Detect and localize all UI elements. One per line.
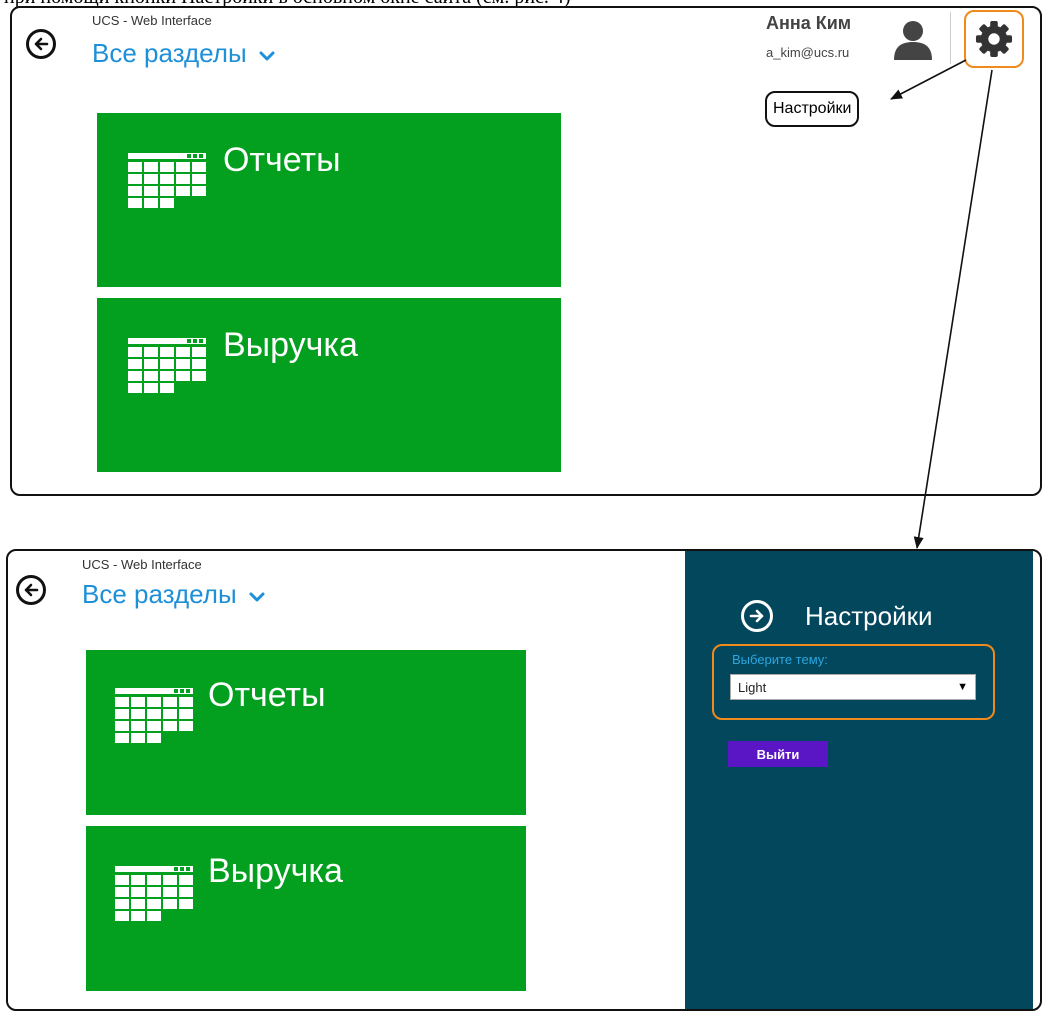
calendar-grid-icon: [115, 866, 193, 921]
back-arrow-icon: [34, 37, 49, 51]
theme-label: Выберите тему:: [732, 652, 828, 667]
calendar-grid-icon: [128, 153, 206, 208]
forward-arrow-icon: [749, 609, 764, 623]
tile-label: Выручка: [208, 852, 343, 890]
back-button[interactable]: [16, 575, 46, 605]
settings-title: Настройки: [805, 601, 933, 631]
user-email: a_kim@ucs.ru: [766, 45, 850, 60]
chevron-down-icon: [259, 51, 275, 60]
tile-reports[interactable]: Отчеты: [97, 113, 561, 287]
calendar-grid-icon: [115, 688, 193, 743]
back-arrow-icon: [24, 583, 39, 597]
close-settings-button[interactable]: [741, 600, 773, 632]
logout-button[interactable]: Выйти: [728, 741, 828, 767]
main-window-screenshot: UCS - Web Interface Все разделы Отчеты В…: [10, 6, 1042, 496]
sections-dropdown[interactable]: Все разделы: [92, 38, 275, 69]
user-name: Анна Ким: [766, 13, 852, 33]
theme-select[interactable]: Light ▼: [730, 674, 976, 700]
app-title: UCS - Web Interface: [82, 557, 202, 572]
tile-revenue[interactable]: Выручка: [86, 826, 526, 991]
theme-select-value: Light: [738, 679, 767, 695]
theme-selector-highlight: Выберите тему: Light ▼: [712, 644, 995, 720]
settings-panel: Настройки Выберите тему: Light ▼ Выйти: [685, 551, 1033, 1009]
chevron-down-icon: [249, 592, 265, 601]
tile-label: Отчеты: [223, 141, 341, 179]
app-title: UCS - Web Interface: [92, 13, 212, 28]
settings-open-screenshot: UCS - Web Interface Все разделы Отчеты В…: [6, 549, 1042, 1011]
gear-icon: [975, 20, 1013, 58]
sections-dropdown-label: Все разделы: [82, 579, 237, 609]
dropdown-caret-icon: ▼: [957, 681, 968, 693]
settings-tooltip: Настройки: [765, 91, 860, 127]
tile-label: Выручка: [223, 326, 358, 364]
header-divider: [950, 12, 951, 64]
calendar-grid-icon: [128, 338, 206, 393]
sections-dropdown-label: Все разделы: [92, 38, 247, 68]
tile-reports[interactable]: Отчеты: [86, 650, 526, 815]
user-icon[interactable]: [892, 20, 934, 60]
sections-dropdown[interactable]: Все разделы: [82, 579, 265, 610]
tile-label: Отчеты: [208, 676, 326, 714]
back-button[interactable]: [26, 29, 56, 59]
tile-revenue[interactable]: Выручка: [97, 298, 561, 472]
settings-button[interactable]: [964, 10, 1024, 68]
